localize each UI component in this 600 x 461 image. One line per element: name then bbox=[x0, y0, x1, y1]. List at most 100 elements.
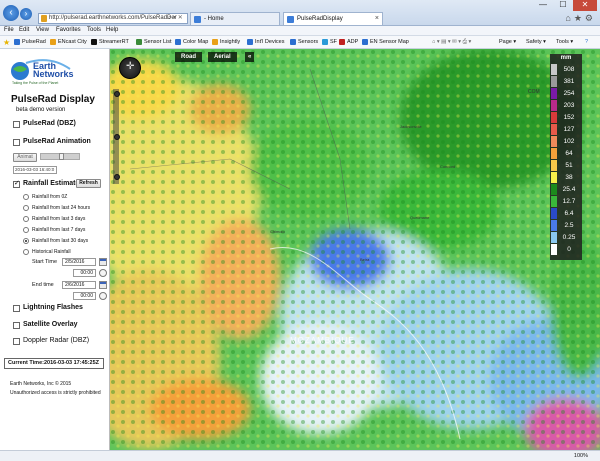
menu-edit[interactable]: Edit bbox=[19, 27, 29, 33]
radio-rainfall-24h[interactable] bbox=[23, 205, 29, 211]
road-view-tab[interactable]: Road bbox=[175, 52, 202, 62]
fav-sensors[interactable]: Sensors bbox=[290, 39, 318, 45]
radio-label: Rainfall from last 3 days bbox=[32, 216, 86, 222]
animation-slider[interactable] bbox=[40, 153, 80, 160]
calendar-icon[interactable] bbox=[99, 281, 107, 289]
legend-row: 127 bbox=[550, 124, 582, 135]
legend-swatch bbox=[551, 136, 557, 147]
fav-intl-devices[interactable]: Int'l Devices bbox=[247, 39, 284, 45]
radio-historical[interactable] bbox=[23, 249, 29, 255]
address-tools[interactable]: ⌕ ▾ ✕ bbox=[168, 14, 183, 22]
fav-color-map[interactable]: Color Map bbox=[175, 39, 208, 45]
menu-view[interactable]: View bbox=[36, 27, 49, 33]
current-time: Current Time:2016-03-03 17:45:25Z bbox=[4, 358, 104, 369]
legend-swatch bbox=[551, 184, 557, 195]
zoom-handle[interactable] bbox=[114, 134, 120, 140]
help-icon[interactable]: ? bbox=[585, 39, 588, 45]
zoom-out-icon[interactable] bbox=[114, 174, 120, 180]
satellite-checkbox[interactable] bbox=[13, 322, 20, 329]
start-time-input[interactable]: 00:00 bbox=[73, 269, 96, 277]
pulserad-animation-checkbox[interactable] bbox=[13, 139, 20, 146]
forward-button[interactable]: › bbox=[20, 8, 32, 20]
clock-icon[interactable] bbox=[99, 292, 107, 300]
legend-swatch bbox=[551, 124, 557, 135]
place-label: Quelimane bbox=[410, 215, 430, 220]
fav-adp[interactable]: ADP bbox=[339, 39, 358, 45]
aerial-view-tab[interactable]: Aerial bbox=[208, 52, 237, 62]
pulserad-dbz-checkbox[interactable] bbox=[13, 121, 20, 128]
rainfall-map[interactable]: Road Aerial « Quelimane Beira Chimoio MO… bbox=[110, 49, 600, 450]
lightning-checkbox[interactable] bbox=[13, 305, 20, 312]
legend-swatch bbox=[551, 76, 557, 87]
browser-icons[interactable]: ⌂★⚙ bbox=[565, 13, 596, 24]
place-label: Beira bbox=[360, 257, 370, 262]
radio-rainfall-30d[interactable] bbox=[23, 238, 29, 244]
safety-menu[interactable]: Safety ▾ bbox=[526, 39, 546, 45]
doppler-checkbox[interactable] bbox=[13, 338, 20, 345]
command-icons[interactable]: ⌂ ▾ ▤ ▾ ✉ ▾ ⎙ ▾ bbox=[432, 39, 471, 46]
radio-rainfall-3d[interactable] bbox=[23, 216, 29, 222]
legend-value: 38 bbox=[565, 174, 573, 181]
radio-rainfall-7d[interactable] bbox=[23, 227, 29, 233]
fav-encast-city[interactable]: ENcast City bbox=[50, 39, 87, 45]
bookmark-icon bbox=[50, 39, 56, 45]
rainfall-estimate-label: Rainfall Estimate bbox=[23, 180, 80, 187]
tab-home[interactable]: - Home bbox=[190, 12, 280, 25]
radio-rainfall-0z[interactable] bbox=[23, 194, 29, 200]
refresh-button[interactable]: Refresh bbox=[76, 179, 101, 188]
legend-swatch bbox=[551, 172, 557, 183]
legend-row: 38 bbox=[550, 172, 582, 183]
end-time-input[interactable]: 00:00 bbox=[73, 292, 96, 300]
menu-tools[interactable]: Tools bbox=[87, 27, 101, 33]
tab-pulserad[interactable]: PulseRadDisplay × bbox=[283, 12, 383, 25]
menu-bar: File Edit View Favorites Tools Help bbox=[0, 26, 600, 36]
calendar-icon[interactable] bbox=[99, 258, 107, 266]
zoom-in-icon[interactable] bbox=[114, 91, 120, 97]
end-date-input[interactable]: 2/6/2016 bbox=[62, 281, 96, 289]
favorites-star-icon[interactable]: ★ bbox=[3, 38, 10, 47]
legend-value: 25.4 bbox=[562, 186, 576, 193]
pulserad-dbz-label: PulseRad (DBZ) bbox=[23, 120, 76, 127]
address-bar[interactable]: http://pulserad.earthnetworks.com/PulseR… bbox=[38, 13, 188, 24]
slider-handle[interactable] bbox=[59, 153, 64, 160]
collapse-icon[interactable]: « bbox=[245, 52, 255, 62]
legend-value: 102 bbox=[563, 138, 575, 145]
browser-window: ‹ › http://pulserad.earthnetworks.com/Pu… bbox=[0, 0, 600, 461]
map-navigation-control[interactable] bbox=[119, 57, 141, 79]
fav-sf[interactable]: SF bbox=[322, 39, 337, 45]
legend-value: 381 bbox=[563, 78, 575, 85]
country-label: MOZAMBIQUE bbox=[290, 336, 355, 345]
legend-swatch bbox=[551, 88, 557, 99]
maximize-button[interactable]: ☐ bbox=[553, 0, 573, 11]
start-date-input[interactable]: 2/5/2016 bbox=[62, 258, 96, 266]
clock-icon[interactable] bbox=[99, 269, 107, 277]
fav-pulserad[interactable]: PulseRad bbox=[14, 39, 46, 45]
access-warning: Unauthorized access is strictly prohibit… bbox=[10, 390, 101, 396]
rainfall-estimate-checkbox[interactable] bbox=[13, 179, 20, 188]
legend-swatch bbox=[551, 64, 557, 75]
animate-button[interactable]: Animat bbox=[13, 153, 37, 162]
close-window-button[interactable]: ✕ bbox=[573, 0, 597, 11]
menu-file[interactable]: File bbox=[4, 27, 14, 33]
bookmark-icon bbox=[14, 39, 20, 45]
menu-help[interactable]: Help bbox=[106, 27, 118, 33]
fav-streamerrt[interactable]: StreamerRT bbox=[91, 39, 129, 45]
page-menu[interactable]: Page ▾ bbox=[499, 39, 516, 45]
menu-favorites[interactable]: Favorites bbox=[56, 27, 81, 33]
close-tab-icon[interactable]: × bbox=[375, 13, 379, 25]
fav-en-sensor-map[interactable]: EN Sensor Map bbox=[362, 39, 409, 45]
animation-timestamp: 2016-03-03 16:40:0 bbox=[13, 166, 57, 174]
legend-row: 12.7 bbox=[550, 196, 582, 207]
tools-menu[interactable]: Tools ▾ bbox=[556, 39, 573, 45]
fav-insightly[interactable]: Insightly bbox=[212, 39, 240, 45]
status-bar: 100% bbox=[0, 450, 600, 461]
legend-row: 25.4 bbox=[550, 184, 582, 195]
minimize-button[interactable]: — bbox=[533, 0, 553, 11]
legend-value: 508 bbox=[563, 66, 575, 73]
legend-value: 2.5 bbox=[564, 222, 574, 229]
bookmark-icon bbox=[322, 39, 328, 45]
fav-sensor-list[interactable]: Sensor List bbox=[136, 39, 172, 45]
zoom-level[interactable]: 100% bbox=[574, 453, 588, 459]
back-button[interactable]: ‹ bbox=[3, 5, 19, 21]
zoom-slider[interactable] bbox=[113, 89, 120, 184]
